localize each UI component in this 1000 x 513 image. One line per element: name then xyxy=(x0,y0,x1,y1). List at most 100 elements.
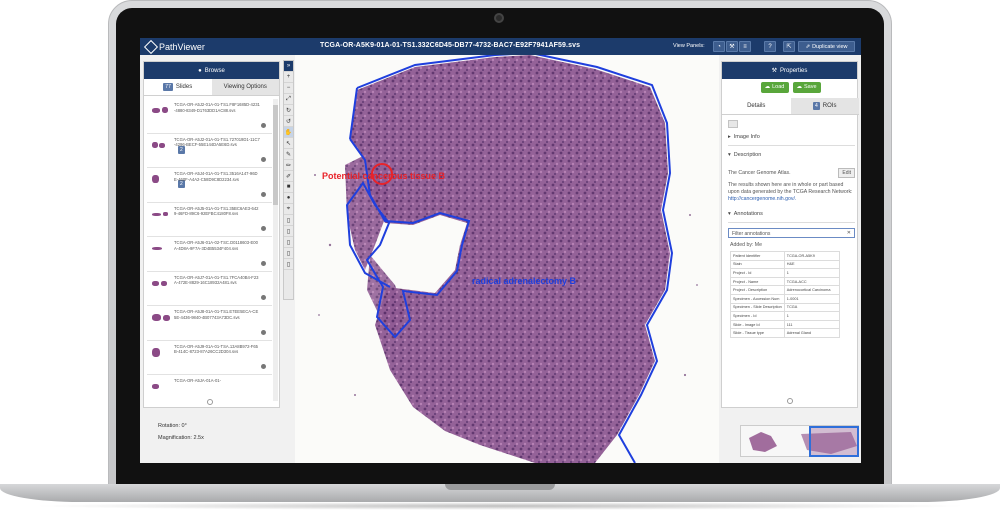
list-item[interactable]: TCGA-OR-A5J5-01A-01-TS1.35BC6AE3-6429-46… xyxy=(147,203,272,237)
slide-name: TCGA-OR-A5J4-01A-01-TS1.3516A147-96DE-46… xyxy=(174,171,258,182)
browse-panel-header: ● Browse xyxy=(144,62,279,79)
list-item[interactable]: 2 TCGA-OR-A5J4-01A-01-TS1.3516A147-96DE-… xyxy=(147,168,272,203)
panel-resize-handle[interactable] xyxy=(787,398,793,404)
magnification-readout: Magnification: 2.5x xyxy=(158,435,204,441)
rotate-cw-icon: ↻ xyxy=(285,107,292,114)
extra-tool-button[interactable]: ▯ xyxy=(284,248,293,259)
help-button[interactable]: ? xyxy=(764,41,776,52)
app-name: PathViewer xyxy=(159,41,205,52)
tcga-link[interactable]: http://cancergenome.nih.gov/. xyxy=(728,196,796,202)
info-icon[interactable] xyxy=(261,260,266,266)
pan-tool-button[interactable]: ✋ xyxy=(284,127,293,138)
list-item[interactable]: TCGA-OR-A5J2-01A-01-TS1.F8F1685D-4231-48… xyxy=(147,99,272,134)
panel-toggle-button[interactable]: ◔ xyxy=(713,41,725,52)
ellipse-tool-button[interactable]: ● xyxy=(284,193,293,204)
view-status: Rotation: 0° Magnification: 2.5x xyxy=(158,420,204,444)
image-info-section[interactable]: ▸ Image Info xyxy=(728,134,855,146)
list-icon: ≡ xyxy=(743,43,747,50)
list-item[interactable]: TCGA-OR-A5JA-01A-01- xyxy=(147,375,272,401)
info-icon[interactable] xyxy=(261,329,266,335)
adrenal-annotation-label[interactable]: radical adrenalectomy B xyxy=(472,276,576,286)
expand-arrows-icon: ⤢ xyxy=(286,95,291,102)
clear-filter-icon[interactable]: ✕ xyxy=(847,230,851,236)
table-row: Specimen - Accession Num 1-0001 xyxy=(730,293,841,304)
browse-panel: ● Browse 77 Slides Viewing Options TCGA-… xyxy=(143,61,280,408)
duplicate-view-label: Duplicate view xyxy=(812,43,848,50)
fit-view-button[interactable]: ⤢ xyxy=(284,94,293,105)
added-by-label: Added by: Me xyxy=(730,242,763,248)
info-icon[interactable] xyxy=(261,364,266,369)
table-row: Specimen - Slide Description TCGA xyxy=(730,302,841,313)
list-item[interactable]: 2 TCGA-OR-A5J2-01A-01-TS1.727019D1-11C7-… xyxy=(147,134,272,168)
hand-icon: ✋ xyxy=(284,129,293,136)
slide-navigator[interactable] xyxy=(740,425,859,457)
table-value: TCGA xyxy=(783,302,841,313)
view-panels-label: View Panels: xyxy=(673,43,705,49)
freehand-tool-button[interactable]: ✐ xyxy=(284,171,293,182)
extra-tool-button[interactable]: ▯ xyxy=(284,259,293,270)
info-icon[interactable] xyxy=(261,122,266,128)
crosshair-icon: ⌖ xyxy=(286,205,291,212)
laptop-shadow xyxy=(30,502,970,510)
pencil-tool-button[interactable]: ✏ xyxy=(284,160,293,171)
fullscreen-button[interactable]: ⇱ xyxy=(783,41,795,52)
select-tool-button[interactable]: ↖ xyxy=(284,138,293,149)
table-row: Specimen - Id 1 xyxy=(730,311,841,321)
list-item[interactable]: TCGA-OR-A5J8-01A-01-TS1.E7EE5ECA-CE5E-44… xyxy=(147,306,272,341)
table-key: Specimen - Accession Num xyxy=(730,293,785,304)
duplicate-view-button[interactable]: ⇗ Duplicate view xyxy=(798,41,855,52)
slide-list-scrollbar[interactable] xyxy=(273,99,278,401)
tab-slides[interactable]: 77 Slides xyxy=(144,79,212,95)
browse-tabs: 77 Slides Viewing Options xyxy=(144,79,279,96)
list-panel-button[interactable]: ≡ xyxy=(739,41,751,52)
draw-tool-button[interactable]: ✎ xyxy=(284,149,293,160)
rectangle-tool-button[interactable]: ■ xyxy=(284,182,293,193)
scrollbar-thumb[interactable] xyxy=(273,105,278,205)
details-body: ▸ Image Info ▾ Description The Cancer Ge… xyxy=(728,120,855,338)
slide-viewer[interactable]: Potential cancerous tissue B radical adr… xyxy=(295,55,719,463)
rotate-right-button[interactable]: ↻ xyxy=(284,105,293,116)
details-toggle-button[interactable] xyxy=(728,120,738,128)
slide-name: TCGA-OR-A5J5-01A-01-TS1.35BC6AE3-6429-46… xyxy=(174,205,259,217)
collapse-toolbar-button[interactable]: » xyxy=(284,61,293,72)
filter-annotations-input[interactable]: Filter annotations ✕ xyxy=(728,228,855,238)
filter-placeholder: Filter annotations xyxy=(732,231,771,237)
save-button[interactable]: ☁ Save xyxy=(792,81,821,93)
rotate-left-button[interactable]: ↺ xyxy=(284,116,293,127)
pencil-icon: ✏ xyxy=(285,162,292,169)
info-icon[interactable] xyxy=(261,295,266,300)
tab-viewing-options[interactable]: Viewing Options xyxy=(211,79,279,95)
annotations-section[interactable]: ▾ Annotations xyxy=(728,211,855,223)
description-section[interactable]: ▾ Description xyxy=(728,152,855,163)
edit-description-button[interactable]: Edit xyxy=(838,168,855,178)
app-screen: PathViewer TCGA-OR-A5K9-01A-01-TS1.332C6… xyxy=(140,38,861,463)
save-label: Save xyxy=(803,84,817,90)
tools-panel-button[interactable]: ⚒ xyxy=(726,41,738,52)
zoom-out-button[interactable]: − xyxy=(284,83,293,94)
extra-tool-button[interactable]: ▯ xyxy=(284,226,293,237)
extra-tool-button[interactable]: ▯ xyxy=(284,215,293,226)
info-icon[interactable] xyxy=(261,191,266,197)
cancer-annotation-label[interactable]: Potential cancerous tissue B xyxy=(322,171,445,181)
info-icon[interactable] xyxy=(261,226,266,231)
list-item[interactable]: TCGA-OR-A5J9-01A-01-TSA.13A8B972-F65B-41… xyxy=(147,341,272,375)
load-button[interactable]: ☁ Load xyxy=(760,81,789,93)
slide-list[interactable]: TCGA-OR-A5J2-01A-01-TS1.F8F1685D-4231-48… xyxy=(147,99,272,401)
list-item[interactable]: TCGA-OR-A5J7-01A-01-TS1.7FCA40B4-F23A-47… xyxy=(147,272,272,306)
double-chevron-icon: » xyxy=(286,63,291,69)
navigator-viewport[interactable] xyxy=(809,426,859,457)
pen-icon: ✎ xyxy=(285,151,292,158)
app-logo[interactable]: PathViewer xyxy=(143,39,205,54)
tab-details[interactable]: Details xyxy=(722,98,791,114)
point-tool-button[interactable]: ⌖ xyxy=(284,204,293,215)
extra-tool-button[interactable]: ▯ xyxy=(284,237,293,248)
slides-count-badge: 77 xyxy=(163,83,173,91)
info-icon[interactable] xyxy=(261,157,266,162)
table-key: Project - Description xyxy=(730,285,785,295)
tab-rois[interactable]: 4 ROIs xyxy=(790,98,859,114)
slide-canvas[interactable] xyxy=(295,55,719,463)
list-item[interactable]: TCGA-OR-A5J6-01A-02-TSC.D0118603-E00A-4D… xyxy=(147,237,272,272)
slide-name: TCGA-OR-A5J9-01A-01-TSA.13A8B972-F65B-41… xyxy=(174,343,259,355)
zoom-in-button[interactable]: + xyxy=(284,72,293,83)
panel-resize-handle[interactable] xyxy=(207,399,213,405)
